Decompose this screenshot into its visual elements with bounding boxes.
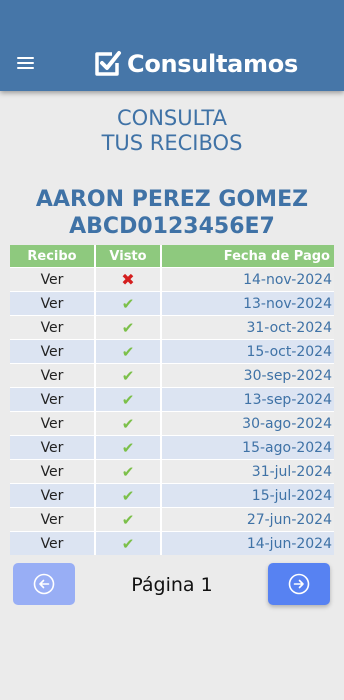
check-icon: ✔ — [121, 510, 135, 529]
payment-date: 13-sep-2024 — [160, 387, 334, 412]
table-row: Ver ✔ 30-sep-2024 — [10, 363, 334, 388]
payment-date: 31-oct-2024 — [160, 315, 334, 340]
brand: Consultamos — [92, 48, 298, 80]
header-visto: Visto — [94, 245, 161, 268]
menu-icon[interactable] — [17, 57, 34, 71]
check-icon: ✔ — [121, 390, 135, 409]
cross-icon: ✖ — [121, 270, 135, 289]
seen-status-cell: ✔ — [94, 387, 161, 412]
user-id: ABCD0123456E7 — [69, 214, 275, 239]
table-row: Ver ✔ 13-nov-2024 — [10, 291, 334, 316]
pagination: Página 1 — [0, 563, 344, 608]
page-title: CONSULTA TUS RECIBOS — [0, 106, 344, 156]
check-icon: ✔ — [121, 414, 135, 433]
check-icon: ✔ — [121, 294, 135, 313]
seen-status-cell: ✔ — [94, 435, 161, 460]
next-page-button[interactable] — [268, 563, 330, 605]
table-row: Ver ✔ 15-jul-2024 — [10, 483, 334, 508]
view-receipt-link[interactable]: Ver — [10, 363, 95, 388]
app-bar: Consultamos — [0, 0, 344, 91]
view-receipt-link[interactable]: Ver — [10, 483, 95, 508]
seen-status-cell: ✔ — [94, 315, 161, 340]
seen-status-cell: ✔ — [94, 363, 161, 388]
view-receipt-link[interactable]: Ver — [10, 507, 95, 532]
table-row: Ver ✔ 15-ago-2024 — [10, 435, 334, 460]
header-fecha: Fecha de Pago — [160, 245, 334, 268]
header-recibo: Recibo — [10, 245, 95, 268]
check-icon: ✔ — [121, 342, 135, 361]
payment-date: 27-jun-2024 — [160, 507, 334, 532]
seen-status-cell: ✔ — [94, 459, 161, 484]
check-icon: ✔ — [121, 462, 135, 481]
receipts-body: Ver ✖ 14-nov-2024 Ver ✔ 13-nov-2024 Ver ✔ 31-oct… — [10, 267, 334, 555]
table-row: Ver ✔ 27-jun-2024 — [10, 507, 334, 532]
payment-date: 13-nov-2024 — [160, 291, 334, 316]
seen-status-cell: ✔ — [94, 339, 161, 364]
seen-status-cell: ✖ — [94, 267, 161, 292]
table-row: Ver ✖ 14-nov-2024 — [10, 267, 334, 292]
view-receipt-link[interactable]: Ver — [10, 267, 95, 292]
table-row: Ver ✔ 31-oct-2024 — [10, 315, 334, 340]
receipts-table: Recibo Visto Fecha de Pago Ver ✖ 14-nov-20… — [10, 245, 334, 555]
payment-date: 30-sep-2024 — [160, 363, 334, 388]
view-receipt-link[interactable]: Ver — [10, 387, 95, 412]
payment-date: 31-jul-2024 — [160, 459, 334, 484]
seen-status-cell: ✔ — [94, 291, 161, 316]
view-receipt-link[interactable]: Ver — [10, 531, 95, 555]
table-row: Ver ✔ 14-jun-2024 — [10, 531, 334, 555]
seen-status-cell: ✔ — [94, 483, 161, 508]
seen-status-cell: ✔ — [94, 411, 161, 436]
seen-status-cell: ✔ — [94, 507, 161, 532]
check-icon: ✔ — [121, 438, 135, 457]
view-receipt-link[interactable]: Ver — [10, 339, 95, 364]
check-icon: ✔ — [121, 486, 135, 505]
payment-date: 15-ago-2024 — [160, 435, 334, 460]
page-title-line-2: TUS RECIBOS — [101, 131, 243, 155]
check-icon: ✔ — [121, 534, 135, 553]
payment-date: 15-jul-2024 — [160, 483, 334, 508]
payment-date: 14-jun-2024 — [160, 531, 334, 555]
table-row: Ver ✔ 31-jul-2024 — [10, 459, 334, 484]
view-receipt-link[interactable]: Ver — [10, 411, 95, 436]
table-row: Ver ✔ 13-sep-2024 — [10, 387, 334, 412]
payment-date: 14-nov-2024 — [160, 267, 334, 292]
view-receipt-link[interactable]: Ver — [10, 315, 95, 340]
arrow-right-circle-icon — [288, 573, 310, 595]
payment-date: 15-oct-2024 — [160, 339, 334, 364]
check-icon: ✔ — [121, 366, 135, 385]
page-title-line-1: CONSULTA — [117, 106, 227, 130]
table-header-row: Recibo Visto Fecha de Pago — [10, 245, 334, 268]
brand-name: Consultamos — [127, 50, 298, 78]
check-icon: ✔ — [121, 318, 135, 337]
checkbox-logo-icon — [95, 51, 121, 76]
user-name: AARON PEREZ GOMEZ — [35, 187, 309, 212]
view-receipt-link[interactable]: Ver — [10, 291, 95, 316]
table-row: Ver ✔ 15-oct-2024 — [10, 339, 334, 364]
seen-status-cell: ✔ — [94, 531, 161, 555]
table-row: Ver ✔ 30-ago-2024 — [10, 411, 334, 436]
user-info: AARON PEREZ GOMEZ ABCD0123456E7 — [0, 186, 344, 240]
view-receipt-link[interactable]: Ver — [10, 459, 95, 484]
payment-date: 30-ago-2024 — [160, 411, 334, 436]
view-receipt-link[interactable]: Ver — [10, 435, 95, 460]
